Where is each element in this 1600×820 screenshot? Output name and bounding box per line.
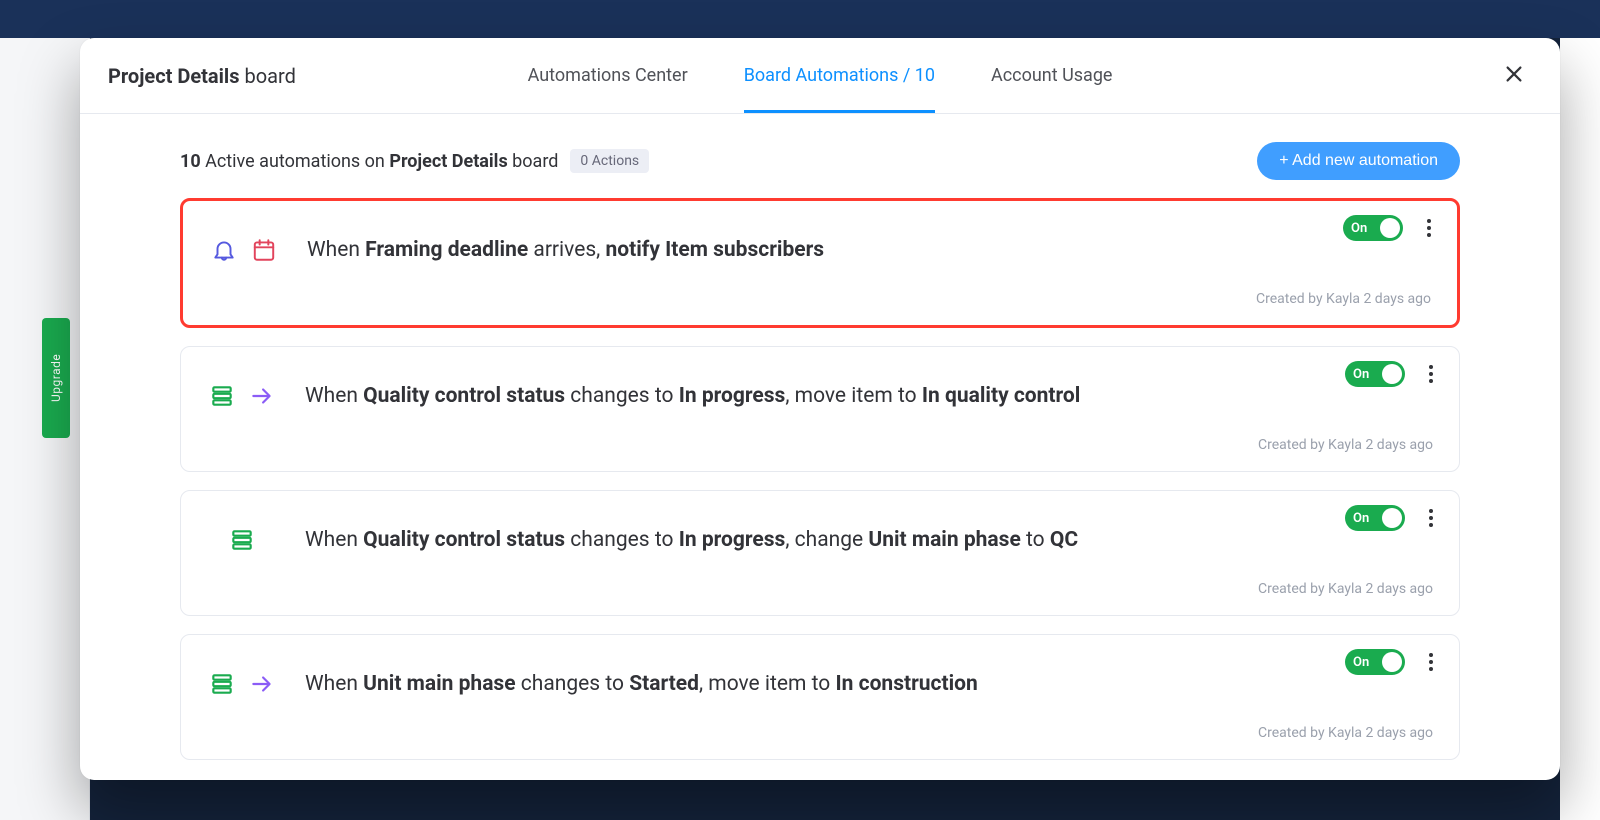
more-menu-icon[interactable]	[1421, 649, 1441, 675]
tab-board-automations[interactable]: Board Automations / 10	[744, 38, 935, 113]
rule-text: When Unit main phase changes to Started,…	[305, 669, 978, 699]
close-button[interactable]	[1496, 58, 1532, 94]
rule-text: When Framing deadline arrives, notify It…	[307, 235, 824, 265]
automations-modal: Project Details board Automations Center…	[80, 38, 1560, 780]
toggle-knob	[1380, 218, 1400, 238]
card-controls: On	[1343, 215, 1439, 241]
toggle-knob	[1382, 364, 1402, 384]
card-meta: Created by Kayla 2 days ago	[207, 437, 1433, 453]
stack-icon	[229, 527, 255, 553]
card-meta: Created by Kayla 2 days ago	[207, 725, 1433, 741]
summary-count: 10	[180, 151, 201, 172]
rule-text: When Quality control status changes to I…	[305, 381, 1080, 411]
summary-text: 10 Active automations on Project Details…	[180, 151, 558, 172]
more-menu-icon[interactable]	[1421, 505, 1441, 531]
automation-toggle[interactable]: On	[1345, 649, 1405, 675]
card-meta: Created by Kayla 2 days ago	[209, 291, 1431, 307]
card-row: When Framing deadline arrives, notify It…	[209, 223, 1431, 277]
add-automation-button[interactable]: + Add new automation	[1257, 142, 1460, 180]
toggle-knob	[1382, 652, 1402, 672]
toggle-knob	[1382, 508, 1402, 528]
automation-card[interactable]: On When Quality control status changes to…	[180, 346, 1460, 472]
card-controls: On	[1345, 505, 1441, 531]
automation-list: On When Framing deadline arrives, notify …	[180, 198, 1460, 760]
modal-tabs: Automations Center Board Automations / 1…	[528, 38, 1113, 113]
stack-icon	[209, 671, 235, 697]
rule-icons	[207, 527, 277, 553]
rule-icons	[209, 237, 279, 263]
rule-icons	[207, 383, 277, 409]
automation-toggle[interactable]: On	[1345, 505, 1405, 531]
card-row: When Unit main phase changes to Started,…	[207, 657, 1433, 711]
card-row: When Quality control status changes to I…	[207, 369, 1433, 423]
upgrade-pill[interactable]: Upgrade	[42, 318, 70, 438]
summary-board-name: Project Details	[389, 151, 507, 172]
automation-toggle[interactable]: On	[1345, 361, 1405, 387]
tab-automations-center[interactable]: Automations Center	[528, 38, 688, 113]
bell-icon	[211, 237, 237, 263]
more-menu-icon[interactable]	[1421, 361, 1441, 387]
arrow-icon	[249, 671, 275, 697]
app-right-strip	[1560, 38, 1600, 820]
toggle-label: On	[1353, 511, 1369, 526]
card-controls: On	[1345, 649, 1441, 675]
card-meta: Created by Kayla 2 days ago	[207, 581, 1433, 597]
calendar-icon	[251, 237, 277, 263]
modal-title: Project Details board	[108, 64, 296, 88]
rule-text: When Quality control status changes to I…	[305, 525, 1078, 555]
card-controls: On	[1345, 361, 1441, 387]
summary-row: 10 Active automations on Project Details…	[180, 142, 1460, 180]
rule-icons	[207, 671, 277, 697]
actions-badge: 0 Actions	[570, 149, 649, 173]
modal-body: 10 Active automations on Project Details…	[80, 114, 1560, 780]
automation-toggle[interactable]: On	[1343, 215, 1403, 241]
modal-header: Project Details board Automations Center…	[80, 38, 1560, 114]
stack-icon	[209, 383, 235, 409]
app-left-rail: Upgrade	[0, 38, 90, 820]
automation-card[interactable]: On When Quality control status changes to…	[180, 490, 1460, 616]
tab-account-usage[interactable]: Account Usage	[991, 38, 1112, 113]
arrow-icon	[249, 383, 275, 409]
more-menu-icon[interactable]	[1419, 215, 1439, 241]
app-topbar	[0, 0, 1600, 38]
toggle-label: On	[1353, 655, 1369, 670]
automation-card[interactable]: On When Unit main phase changes to Starte…	[180, 634, 1460, 760]
toggle-label: On	[1351, 221, 1367, 236]
automation-card[interactable]: On When Framing deadline arrives, notify …	[180, 198, 1460, 328]
card-row: When Quality control status changes to I…	[207, 513, 1433, 567]
modal-title-bold: Project Details	[108, 64, 240, 88]
close-icon	[1503, 63, 1525, 89]
toggle-label: On	[1353, 367, 1369, 382]
